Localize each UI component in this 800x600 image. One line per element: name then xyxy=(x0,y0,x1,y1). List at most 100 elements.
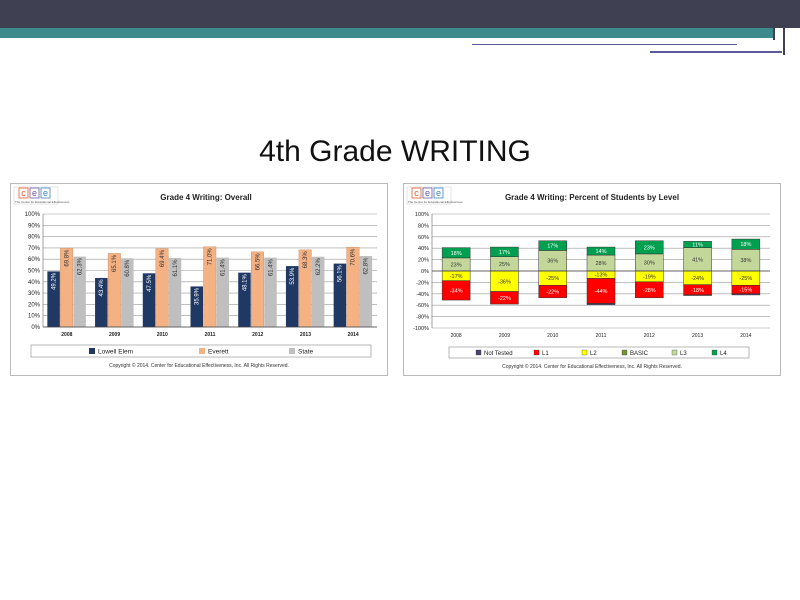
data-label: 61.1% xyxy=(173,259,179,277)
logo-tagline: The Center for Educational Effectiveness xyxy=(408,200,463,204)
data-label: 65.1% xyxy=(112,254,118,272)
data-label: 61.4% xyxy=(268,258,274,276)
data-label: 69.4% xyxy=(160,249,166,267)
accent-underline xyxy=(472,44,737,45)
data-label: -24% xyxy=(691,276,704,282)
data-label: 35.9% xyxy=(195,287,201,305)
data-label: -34% xyxy=(450,288,463,294)
data-label: -36% xyxy=(498,279,511,285)
data-label: 18% xyxy=(451,251,462,257)
y-tick-label: 90% xyxy=(28,223,41,229)
data-label: 56.1% xyxy=(338,264,344,282)
y-tick-label: 10% xyxy=(28,314,41,320)
y-tick-label: 80% xyxy=(418,223,429,229)
y-tick-label: -20% xyxy=(416,280,429,286)
legend-swatch xyxy=(89,348,95,354)
chart-title: Grade 4 Writing: Overall xyxy=(160,193,251,202)
logo-letter: e xyxy=(32,188,37,198)
data-label: 17% xyxy=(547,244,558,250)
data-label: 61.4% xyxy=(221,258,227,276)
y-tick-label: 60% xyxy=(418,235,429,241)
data-label: 28% xyxy=(595,261,606,267)
y-tick-label: -80% xyxy=(416,315,429,321)
legend-label: L3 xyxy=(680,351,687,357)
data-label: 14% xyxy=(595,249,606,255)
data-label: 62.2% xyxy=(316,258,322,276)
x-tick-label: 2013 xyxy=(300,332,311,338)
legend-label: Not Tested xyxy=(484,351,513,357)
y-tick-label: 50% xyxy=(28,269,41,275)
logo-letter: c xyxy=(414,188,419,198)
data-label: 30% xyxy=(644,260,655,266)
data-label: 49.2% xyxy=(51,272,57,290)
logo-letter: e xyxy=(425,188,430,198)
bar-segment-not-tested xyxy=(683,294,712,296)
data-label: 62.3% xyxy=(77,257,83,275)
data-label: 60.8% xyxy=(125,259,131,277)
y-tick-label: 70% xyxy=(28,246,41,252)
data-label: 48.1% xyxy=(242,273,248,291)
y-tick-label: 0% xyxy=(421,269,429,275)
legend-swatch xyxy=(475,349,482,356)
x-tick-label: 2008 xyxy=(61,332,72,338)
legend-swatch xyxy=(289,348,295,354)
x-tick-label: 2009 xyxy=(499,333,510,339)
accent-vertical-line xyxy=(773,0,775,40)
legend-swatch xyxy=(671,349,678,356)
y-tick-label: -40% xyxy=(416,292,429,298)
legend-swatch xyxy=(621,349,628,356)
y-tick-label: 60% xyxy=(28,257,41,263)
data-label: 71.0% xyxy=(208,248,214,266)
data-label: 41% xyxy=(692,257,703,263)
slide-title: 4th Grade WRITING xyxy=(259,135,531,168)
data-label: 47.5% xyxy=(147,274,153,292)
data-label: 70.6% xyxy=(351,248,357,266)
data-label: 66.5% xyxy=(255,253,261,271)
top-header-bar xyxy=(0,0,800,28)
data-label: -28% xyxy=(643,288,656,294)
data-label: 43.4% xyxy=(99,279,105,297)
legend-swatch xyxy=(533,349,540,356)
logo-letter: e xyxy=(43,188,48,198)
overall-chart: c e eThe Center for Educational Effectiven… xyxy=(13,186,377,369)
data-label: -22% xyxy=(498,296,511,302)
legend-label: L2 xyxy=(590,351,597,357)
copyright-text: Copyright © 2014. Center for Educational… xyxy=(109,362,289,369)
data-label: 18% xyxy=(740,242,751,248)
data-label: -15% xyxy=(739,288,752,294)
data-label: 23% xyxy=(644,245,655,251)
y-tick-label: -100% xyxy=(413,326,429,332)
data-label: 62.8% xyxy=(364,257,370,275)
data-label: 38% xyxy=(740,258,751,264)
y-tick-label: 100% xyxy=(415,212,429,218)
data-label: 23% xyxy=(451,262,462,268)
y-tick-label: 80% xyxy=(28,235,41,241)
data-label: 53.9% xyxy=(290,267,296,285)
legend-swatch xyxy=(711,349,718,356)
x-tick-label: 2009 xyxy=(109,332,120,338)
legend-swatch xyxy=(581,349,588,356)
x-tick-label: 2014 xyxy=(740,333,751,339)
x-tick-label: 2012 xyxy=(644,333,655,339)
x-tick-label: 2014 xyxy=(348,332,359,338)
data-label: -25% xyxy=(739,276,752,282)
legend-label: State xyxy=(298,349,314,356)
accent-vertical-line xyxy=(783,0,785,55)
legend-swatch xyxy=(199,348,205,354)
legend-label: L1 xyxy=(542,351,549,357)
logo-letter: c xyxy=(21,188,26,198)
data-label: -19% xyxy=(643,274,656,280)
y-tick-label: 20% xyxy=(418,258,429,264)
copyright-text: Copyright © 2014. Center for Educational… xyxy=(502,363,682,370)
data-label: 25% xyxy=(499,262,510,268)
data-label: -13% xyxy=(595,273,608,279)
logo-tagline: The Center for Educational Effectiveness xyxy=(15,200,70,204)
x-tick-label: 2010 xyxy=(547,333,558,339)
legend-label: BASIC xyxy=(630,351,649,357)
y-tick-label: 40% xyxy=(418,246,429,252)
accent-underline xyxy=(650,51,782,53)
x-tick-label: 2011 xyxy=(596,333,607,339)
data-label: 69.8% xyxy=(64,249,70,267)
data-label: -18% xyxy=(691,288,704,294)
y-tick-label: -60% xyxy=(416,303,429,309)
